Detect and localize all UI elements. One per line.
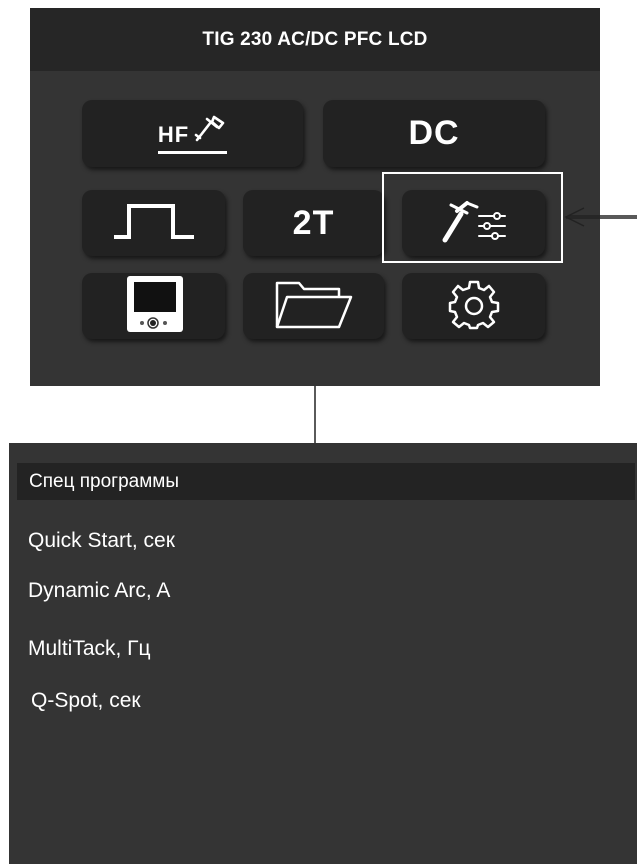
special-programs-menu: Спец программы Quick Start, сек Dynamic …: [9, 443, 637, 864]
menu-item-multitack[interactable]: MultiTack, Гц: [28, 637, 151, 661]
menu-item-q-spot[interactable]: Q-Spot, сек: [31, 689, 141, 713]
menu-item-quick-start[interactable]: Quick Start, сек: [28, 529, 175, 553]
menu-item-dynamic-arc[interactable]: Dynamic Arc, A: [28, 579, 170, 603]
menu-title: Спец программы: [17, 463, 635, 500]
